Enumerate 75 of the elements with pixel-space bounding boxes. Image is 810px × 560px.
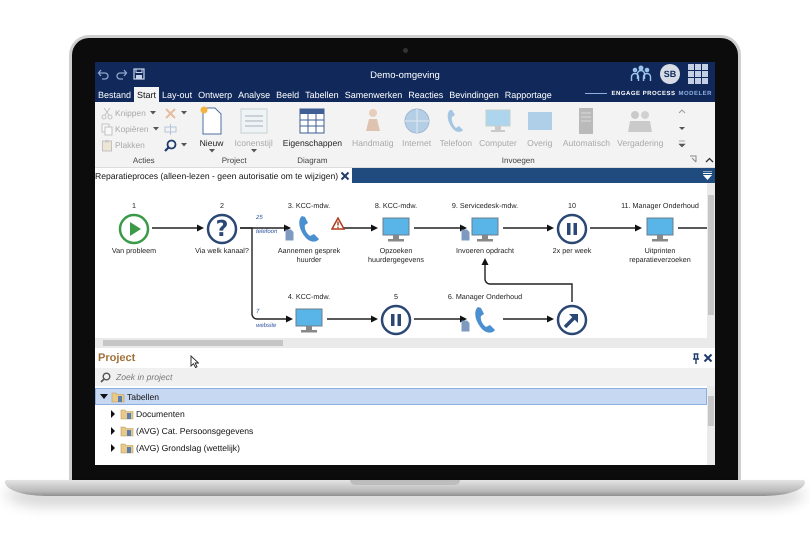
caret-icon [150,111,156,115]
caret-icon [180,111,187,115]
pin-icon[interactable] [692,352,700,364]
camera-icon [402,48,408,52]
folder-icon [120,408,134,420]
ribbon-button[interactable] [162,138,188,152]
menu-tab[interactable]: Beeld [273,87,302,102]
menu-tab[interactable]: Bestand [95,87,134,102]
horizontal-scrollbar[interactable] [95,338,715,348]
menu-tab[interactable]: Lay-out [159,87,196,102]
vertical-scrollbar[interactable] [707,386,715,465]
collapse-ribbon-icon[interactable] [705,157,714,163]
arrow-circle-icon[interactable] [556,304,588,336]
pause-icon[interactable] [380,304,412,336]
connector-arrow [503,224,554,232]
menu-tab[interactable]: Tabellen [302,87,342,102]
window-title: Demo-omgeving [370,68,440,80]
connector-arrow [152,224,204,232]
ribbon-group-label: Invoegen [502,156,535,167]
tree-item[interactable]: (AVG) Grondslag (wettelijk) [105,439,707,456]
cursor-icon [190,354,200,368]
tree-item[interactable]: Tabellen [95,388,707,405]
expand-arrow-icon[interactable] [108,442,118,452]
connector-arrow [414,316,467,322]
pause-icon[interactable] [556,213,588,245]
document-title: Reparatieproces (alleen-lezen - geen autorisatie om te wijzigen) [95,170,338,180]
layout-icon [164,122,177,136]
menu-tab[interactable]: Ontwerp [195,87,236,102]
connector-arrow [414,224,467,232]
clipboard-icon [101,138,113,152]
menu-tab[interactable]: Rapportage [502,87,555,102]
folder-icon [111,390,125,402]
delete-icon [164,106,177,120]
people-logo-icon [629,64,653,84]
connector-arrow [590,224,642,232]
caret-icon [152,127,159,131]
scissors-icon [101,106,113,120]
ribbon-group-label: Diagram [297,156,328,167]
start-event-icon[interactable] [118,213,150,245]
save-icon[interactable] [133,68,145,80]
expand-arrow-icon[interactable] [108,426,118,436]
ribbon-group-label: Acties [132,156,155,167]
tab-list-icon[interactable] [703,171,712,180]
vertical-scrollbar[interactable] [707,183,715,338]
app-grid-icon[interactable] [687,62,710,86]
close-icon[interactable] [703,353,713,363]
copy-icon [101,122,113,136]
expand-arrow-icon[interactable] [108,408,118,418]
menu-tab[interactable]: Reacties [405,87,446,102]
panel-title: Project [98,352,136,364]
ribbon-group-label: Project [222,156,247,167]
ribbon-button[interactable]: Nieuw [194,105,230,153]
menu-tab[interactable]: Start [134,87,160,102]
user-avatar[interactable]: SB [660,64,680,84]
redo-icon[interactable] [115,68,128,80]
connector-arrow [503,316,554,322]
folder-icon [120,442,134,454]
menu-tab[interactable]: Bevindingen [446,87,502,102]
caret-icon [180,143,187,147]
undo-icon[interactable] [97,68,110,80]
connector-arrow [327,316,378,322]
caret-icon [208,149,215,153]
dialog-launcher-icon[interactable] [689,155,698,163]
ribbon-button[interactable]: Eigenschappen [280,105,344,148]
decision-icon[interactable]: ? [206,213,238,245]
search-icon [164,138,177,152]
search-field[interactable]: Zoek in project [95,368,715,386]
tree-item[interactable]: Documenten [105,405,707,422]
menu-tab[interactable]: Samenwerken [342,87,406,102]
tree-item[interactable]: (AVG) Cat. Persoonsgegevens [105,422,707,439]
folder-icon [120,424,134,436]
caret-icon [250,149,257,153]
collapse-arrow-icon[interactable] [99,392,109,402]
close-icon[interactable] [340,170,350,180]
menu-tab[interactable]: Analyse [235,87,274,102]
